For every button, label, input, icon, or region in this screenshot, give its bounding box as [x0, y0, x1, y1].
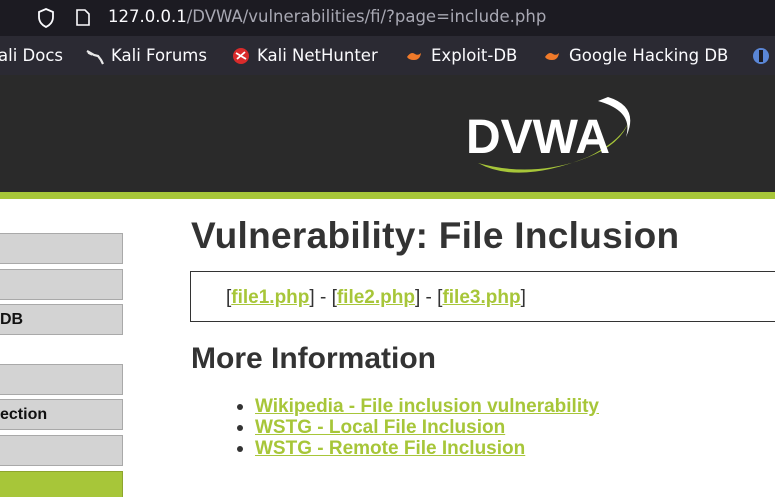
bullet-icon: [237, 446, 243, 452]
file-links: [file1.php] - [file2.php] - [file3.php]: [226, 287, 526, 309]
sidebar-item-2[interactable]: [0, 269, 123, 300]
sidebar-item-db[interactable]: DB: [0, 304, 123, 335]
bookmark-kali-docs[interactable]: ali Docs: [0, 46, 63, 66]
sidebar-item-label: ection: [0, 406, 48, 423]
sidebar-item-6[interactable]: [0, 435, 123, 466]
bookmarks-bar: ali Docs Kali Forums Kali NetHunter Expl…: [0, 36, 775, 75]
bookmark-extra-icon: [753, 48, 769, 64]
nethunter-icon: [233, 48, 249, 64]
separator: -: [314, 287, 332, 308]
list-item: WSTG - Remote File Inclusion: [237, 438, 599, 459]
kali-dragon-icon: [86, 50, 104, 65]
bracket-close: ]: [520, 287, 526, 308]
sidebar-item-injection[interactable]: ection: [0, 399, 123, 430]
bookmark-kali-forums[interactable]: Kali Forums: [111, 46, 207, 66]
wikipedia-link[interactable]: Wikipedia - File inclusion vulnerability: [255, 396, 599, 417]
bookmark-kali-nethunter[interactable]: Kali NetHunter: [257, 46, 378, 66]
list-item: Wikipedia - File inclusion vulnerability: [237, 396, 599, 417]
dvwa-header: DVWA: [0, 75, 775, 192]
sidebar-item-1[interactable]: [0, 233, 123, 264]
file1-link[interactable]: file1.php: [231, 287, 309, 308]
page-title: Vulnerability: File Inclusion: [191, 215, 680, 256]
file2-link[interactable]: file2.php: [337, 287, 415, 308]
file3-link[interactable]: file3.php: [442, 287, 520, 308]
dvwa-logo-text: DVWA: [466, 111, 610, 164]
dvwa-logo: DVWA: [466, 97, 631, 173]
exploit-db-icon: [407, 53, 421, 60]
more-info-list: Wikipedia - File inclusion vulnerability…: [237, 396, 599, 459]
url-path: /DVWA/vulnerabilities/fi/?page=include.p…: [186, 7, 547, 26]
url-text[interactable]: 127.0.0.1/DVWA/vulnerabilities/fi/?page=…: [108, 7, 546, 27]
bookmark-google-hacking-db[interactable]: Google Hacking DB: [569, 46, 728, 66]
wstg-lfi-link[interactable]: WSTG - Local File Inclusion: [255, 417, 505, 438]
bookmark-exploit-db[interactable]: Exploit-DB: [431, 46, 517, 66]
list-item: WSTG - Local File Inclusion: [237, 417, 599, 438]
bullet-icon: [237, 404, 243, 410]
more-info-title: More Information: [191, 342, 436, 375]
ghdb-icon: [545, 53, 559, 60]
sidebar-item-file-inclusion[interactable]: [0, 471, 123, 497]
shield-icon[interactable]: [37, 8, 55, 28]
page-icon: [76, 9, 90, 26]
url-host: 127.0.0.1: [108, 7, 187, 26]
sidebar-item-label: DB: [0, 311, 24, 328]
header-divider: [0, 192, 775, 199]
sidebar-item-4[interactable]: [0, 364, 123, 395]
browser-url-bar[interactable]: 127.0.0.1/DVWA/vulnerabilities/fi/?page=…: [0, 0, 775, 36]
separator: -: [420, 287, 438, 308]
file-links-box: [file1.php] - [file2.php] - [file3.php]: [190, 271, 775, 322]
bullet-icon: [237, 425, 243, 431]
wstg-rfi-link[interactable]: WSTG - Remote File Inclusion: [255, 438, 525, 459]
